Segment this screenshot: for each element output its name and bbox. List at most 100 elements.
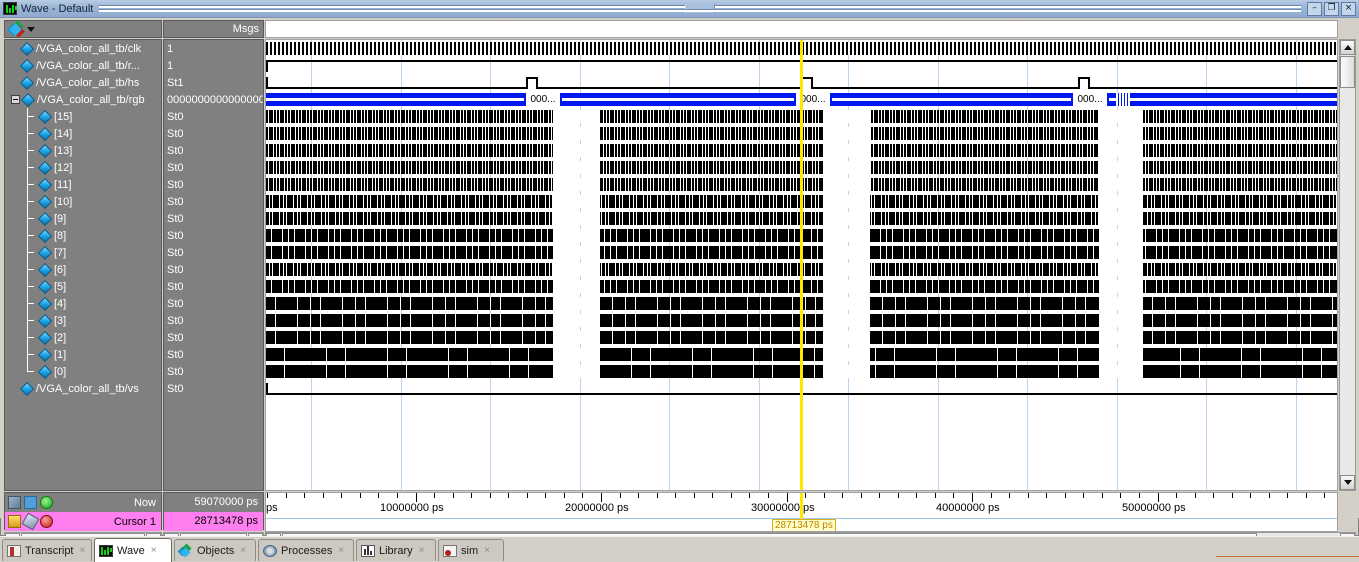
blanking-interval [1099, 161, 1143, 174]
signal-diamond-icon [39, 349, 50, 360]
signal-row[interactable]: [6] [5, 261, 161, 278]
tab-library[interactable]: Library × [356, 539, 436, 561]
delete-cursor-icon[interactable] [40, 515, 53, 528]
add-cursor-icon[interactable] [8, 496, 21, 509]
tab-close-icon[interactable]: × [484, 545, 490, 556]
signal-diamond-icon [39, 128, 50, 139]
blanking-interval [553, 178, 600, 191]
restore-button[interactable]: ❐ [1324, 1, 1339, 16]
signal-row[interactable]: [4] [5, 295, 161, 312]
signal-row[interactable]: [2] [5, 329, 161, 346]
signal-value-label: St0 [167, 365, 184, 378]
signal-value-row: St0 [164, 125, 263, 142]
ruler-minor-tick [360, 493, 361, 498]
signal-row[interactable]: [10] [5, 193, 161, 210]
signal-row[interactable]: [8] [5, 227, 161, 244]
signal-row[interactable]: /VGA_color_all_tb/r... [5, 57, 161, 74]
signal-row[interactable]: [15] [5, 108, 161, 125]
scroll-up-button[interactable] [1340, 40, 1355, 55]
cursor-1-line[interactable] [800, 40, 803, 490]
signal-value-pane[interactable]: 1 1 St1 0000000000000000 St0 St0 St0 St0 St0 St0 S… [163, 39, 264, 491]
ruler-time-label: 10000000 ps [380, 502, 444, 514]
titlebar-grip[interactable] [685, 4, 716, 13]
ruler-minor-tick [527, 493, 528, 498]
blanking-interval [1099, 144, 1143, 157]
blanking-interval [1099, 280, 1143, 293]
signal-row[interactable]: /VGA_color_all_tb/vs [5, 380, 161, 397]
signal-row[interactable]: [13] [5, 142, 161, 159]
signal-row[interactable]: [14] [5, 125, 161, 142]
minimize-button[interactable]: – [1307, 1, 1322, 16]
status-strip [1216, 556, 1359, 562]
tab-objects[interactable]: Objects × [174, 539, 256, 561]
signal-row[interactable]: [1] [5, 346, 161, 363]
cursor-pane-icon[interactable] [24, 496, 37, 509]
lock-icon[interactable] [8, 515, 21, 528]
ruler-time-label: 40000000 ps [936, 502, 1000, 514]
waveform-pane[interactable]: 000... 000... 000... [265, 39, 1338, 491]
ruler-minor-tick [1083, 493, 1084, 498]
add-green-icon[interactable] [40, 496, 53, 509]
tab-transcript[interactable]: Transcript × [2, 539, 92, 561]
ruler-minor-tick [1232, 493, 1233, 498]
tab-processes[interactable]: Processes × [258, 539, 354, 561]
signal-value-label: St0 [167, 212, 184, 225]
sim-icon [443, 544, 457, 557]
tab-wave[interactable]: Wave × [94, 538, 172, 562]
signal-name-pane[interactable]: /VGA_color_all_tb/clk/VGA_color_all_tb/r… [4, 39, 162, 491]
blanking-interval [1099, 263, 1143, 276]
signal-row[interactable]: [11] [5, 176, 161, 193]
tree-branch [27, 167, 34, 168]
ruler-minor-tick [471, 493, 472, 498]
signal-diamond-icon [39, 332, 50, 343]
objects-filter-icon[interactable] [7, 20, 25, 38]
signal-row[interactable]: [12] [5, 159, 161, 176]
signal-diamond-icon [21, 43, 32, 54]
messages-column-header[interactable]: Msgs [163, 20, 264, 38]
blanking-interval [553, 314, 600, 327]
ruler-minor-tick [1102, 493, 1103, 498]
cursor-time-tag[interactable]: 28713478 ps [772, 519, 836, 531]
signal-name-label: [9] [54, 212, 67, 225]
signal-row[interactable]: [9] [5, 210, 161, 227]
ruler-minor-tick [824, 493, 825, 498]
signal-row[interactable]: [0] [5, 363, 161, 380]
name-column-header[interactable] [4, 20, 162, 38]
ruler-time-label: 30000000 ps [751, 502, 815, 514]
signal-value-label: St0 [167, 331, 184, 344]
wrench-icon[interactable] [21, 512, 40, 531]
vertical-scroll-thumb[interactable] [1340, 56, 1355, 88]
close-button[interactable]: × [1341, 1, 1356, 16]
signal-row[interactable]: /VGA_color_all_tb/clk [5, 40, 161, 57]
tab-close-icon[interactable]: × [151, 545, 157, 556]
signal-row[interactable]: /VGA_color_all_tb/rgb [5, 91, 161, 108]
ruler-time-label: 50000000 ps [1122, 502, 1186, 514]
tab-sim[interactable]: sim × [438, 539, 504, 561]
chevron-down-icon[interactable] [27, 26, 35, 32]
blanking-interval [823, 195, 870, 208]
blanking-interval [553, 144, 600, 157]
window-controls: – ❐ × [1307, 1, 1356, 16]
ruler-minor-tick [675, 493, 676, 498]
wave-vertical-scrollbar[interactable] [1339, 39, 1356, 491]
time-ruler[interactable]: 10000000 ps 20000000 ps 30000000 ps 4000000… [265, 492, 1338, 532]
signal-row[interactable]: [7] [5, 244, 161, 261]
tab-close-icon[interactable]: × [80, 545, 86, 556]
collapse-toggle-icon[interactable] [11, 95, 20, 104]
signal-row[interactable]: /VGA_color_all_tb/hs [5, 74, 161, 91]
blanking-interval [553, 331, 600, 344]
ruler-minor-tick [712, 493, 713, 498]
tab-close-icon[interactable]: × [240, 545, 246, 556]
scroll-down-button[interactable] [1340, 475, 1355, 490]
wave-window-icon [3, 2, 17, 15]
signal-row[interactable]: [5] [5, 278, 161, 295]
signal-row[interactable]: [3] [5, 312, 161, 329]
tab-close-icon[interactable]: × [419, 545, 425, 556]
tree-branch [27, 116, 34, 117]
ruler-minor-tick [898, 493, 899, 498]
signal-value-row: St0 [164, 295, 263, 312]
ruler-cursor-line[interactable] [800, 493, 803, 519]
cursor-1-value[interactable]: 28713478 ps [164, 512, 263, 531]
tab-close-icon[interactable]: × [338, 545, 344, 556]
blanking-interval [1099, 229, 1143, 242]
